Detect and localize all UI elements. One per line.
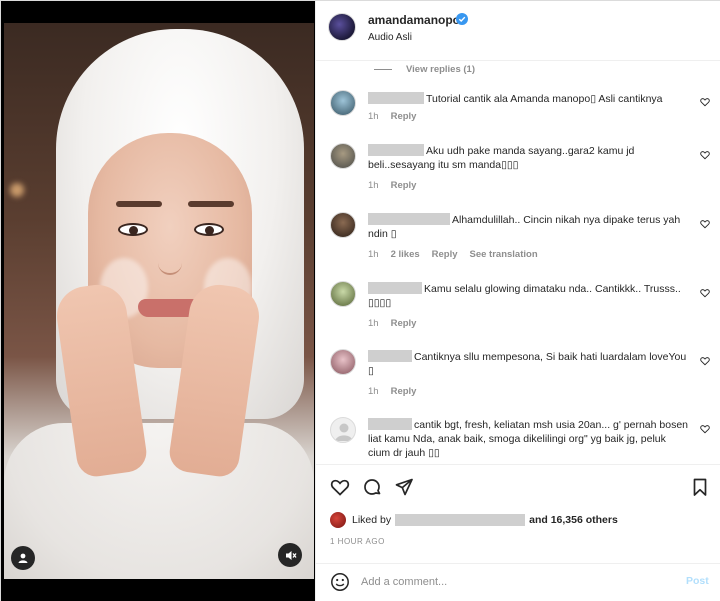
eye (194, 223, 224, 236)
person-icon (18, 553, 28, 563)
redacted-username[interactable] (368, 282, 422, 294)
heart-icon[interactable] (700, 288, 710, 298)
comment-text: cantik bgt, fresh, keliatan msh usia 20a… (368, 418, 688, 460)
heart-icon[interactable] (700, 219, 710, 229)
comment-time[interactable]: 1h (368, 111, 379, 122)
comment-meta: 1h Reply (368, 111, 416, 122)
redacted-username[interactable] (368, 418, 412, 430)
comment-meta: 1h Reply (368, 386, 416, 397)
comment-time[interactable]: 1h (368, 180, 379, 191)
view-replies-button[interactable]: View replies (1) (374, 61, 475, 77)
avatar[interactable] (330, 143, 356, 169)
redacted-username[interactable] (368, 213, 450, 225)
comment-text: Kamu selalu glowing dimataku nda.. Canti… (368, 282, 688, 310)
reply-button[interactable]: Reply (391, 318, 417, 329)
eyebrow (188, 201, 234, 207)
avatar[interactable] (330, 281, 356, 307)
likes-summary: Liked by and 16,356 others (330, 512, 618, 528)
post-window: amandamanopo Audio Asli View replies (1)… (0, 0, 720, 601)
reply-button[interactable]: Reply (432, 249, 458, 260)
comment-content: Tutorial cantik ala Amanda manopo▯ Asli … (426, 93, 663, 105)
reply-button[interactable]: Reply (391, 386, 417, 397)
post-actions: Liked by and 16,356 others 1 HOUR AGO Po… (316, 464, 720, 598)
heart-icon[interactable] (700, 424, 710, 434)
comment-text: Alhamdulillah.. Cincin nikah nya dipake … (368, 213, 688, 241)
post-header: amandamanopo Audio Asli (316, 1, 720, 61)
view-replies-label: View replies (1) (406, 63, 475, 75)
comment-input[interactable] (361, 570, 661, 594)
others-count[interactable]: and 16,356 others (529, 514, 618, 526)
avatar[interactable] (330, 512, 346, 528)
redacted-username[interactable] (368, 92, 424, 104)
comment-time[interactable]: 1h (368, 318, 379, 329)
eyebrow (116, 201, 162, 207)
reply-button[interactable]: Reply (391, 180, 417, 191)
avatar[interactable] (328, 13, 356, 41)
comment-content: Cantiknya sllu mempesona, Si baik hati l… (368, 351, 687, 377)
post-sidebar: amandamanopo Audio Asli View replies (1)… (315, 1, 720, 601)
comment-content: cantik bgt, fresh, keliatan msh usia 20a… (368, 419, 689, 459)
comment-meta: 1h Reply (368, 318, 416, 329)
comment-meta: 1h Reply (368, 180, 416, 191)
comment-text: Tutorial cantik ala Amanda manopo▯ Asli … (368, 92, 688, 106)
mute-button[interactable] (278, 543, 302, 567)
comment-time[interactable]: 1h (368, 386, 379, 397)
heart-icon[interactable] (700, 97, 710, 107)
comment-meta: 1h 2 likes Reply See translation (368, 249, 538, 260)
liked-by-label: Liked by (352, 514, 392, 526)
divider (374, 68, 392, 70)
comment-time[interactable]: 1h (368, 249, 379, 260)
eye (118, 223, 148, 236)
bathrobe (4, 423, 314, 579)
reel-video[interactable] (4, 23, 314, 579)
add-comment-bar: Post (316, 563, 720, 599)
background-light (10, 183, 24, 197)
emoji-icon[interactable] (330, 572, 350, 592)
avatar[interactable] (330, 212, 356, 238)
avatar[interactable] (330, 417, 356, 443)
speaker-muted-icon (285, 550, 297, 560)
audio-label[interactable]: Audio Asli (368, 32, 412, 43)
redacted-username[interactable] (395, 514, 526, 526)
comment-likes[interactable]: 2 likes (391, 249, 420, 260)
heart-icon[interactable] (700, 150, 710, 160)
default-avatar-icon (335, 423, 353, 441)
heart-icon[interactable] (700, 356, 710, 366)
tagged-users-button[interactable] (11, 546, 35, 570)
media-panel (1, 1, 315, 601)
avatar[interactable] (330, 90, 356, 116)
post-timestamp[interactable]: 1 HOUR AGO (330, 537, 385, 546)
comments-list: View replies (1) Tutorial cantik ala Ama… (316, 61, 720, 464)
redacted-username[interactable] (368, 350, 412, 362)
username[interactable]: amandamanopo (368, 13, 460, 27)
share-paper-plane-icon[interactable] (394, 477, 414, 497)
comment-text: Aku udh pake manda sayang..gara2 kamu jd… (368, 144, 688, 172)
reply-button[interactable]: Reply (391, 111, 417, 122)
comment-bubble-icon[interactable] (362, 477, 382, 497)
post-button[interactable]: Post (686, 575, 709, 587)
bookmark-icon[interactable] (690, 477, 710, 497)
like-heart-icon[interactable] (330, 477, 350, 497)
nose (158, 245, 182, 275)
verified-badge-icon (456, 13, 468, 25)
redacted-username[interactable] (368, 144, 424, 156)
see-translation-button[interactable]: See translation (470, 249, 538, 260)
avatar[interactable] (330, 349, 356, 375)
comment-text: Cantiknya sllu mempesona, Si baik hati l… (368, 350, 688, 378)
